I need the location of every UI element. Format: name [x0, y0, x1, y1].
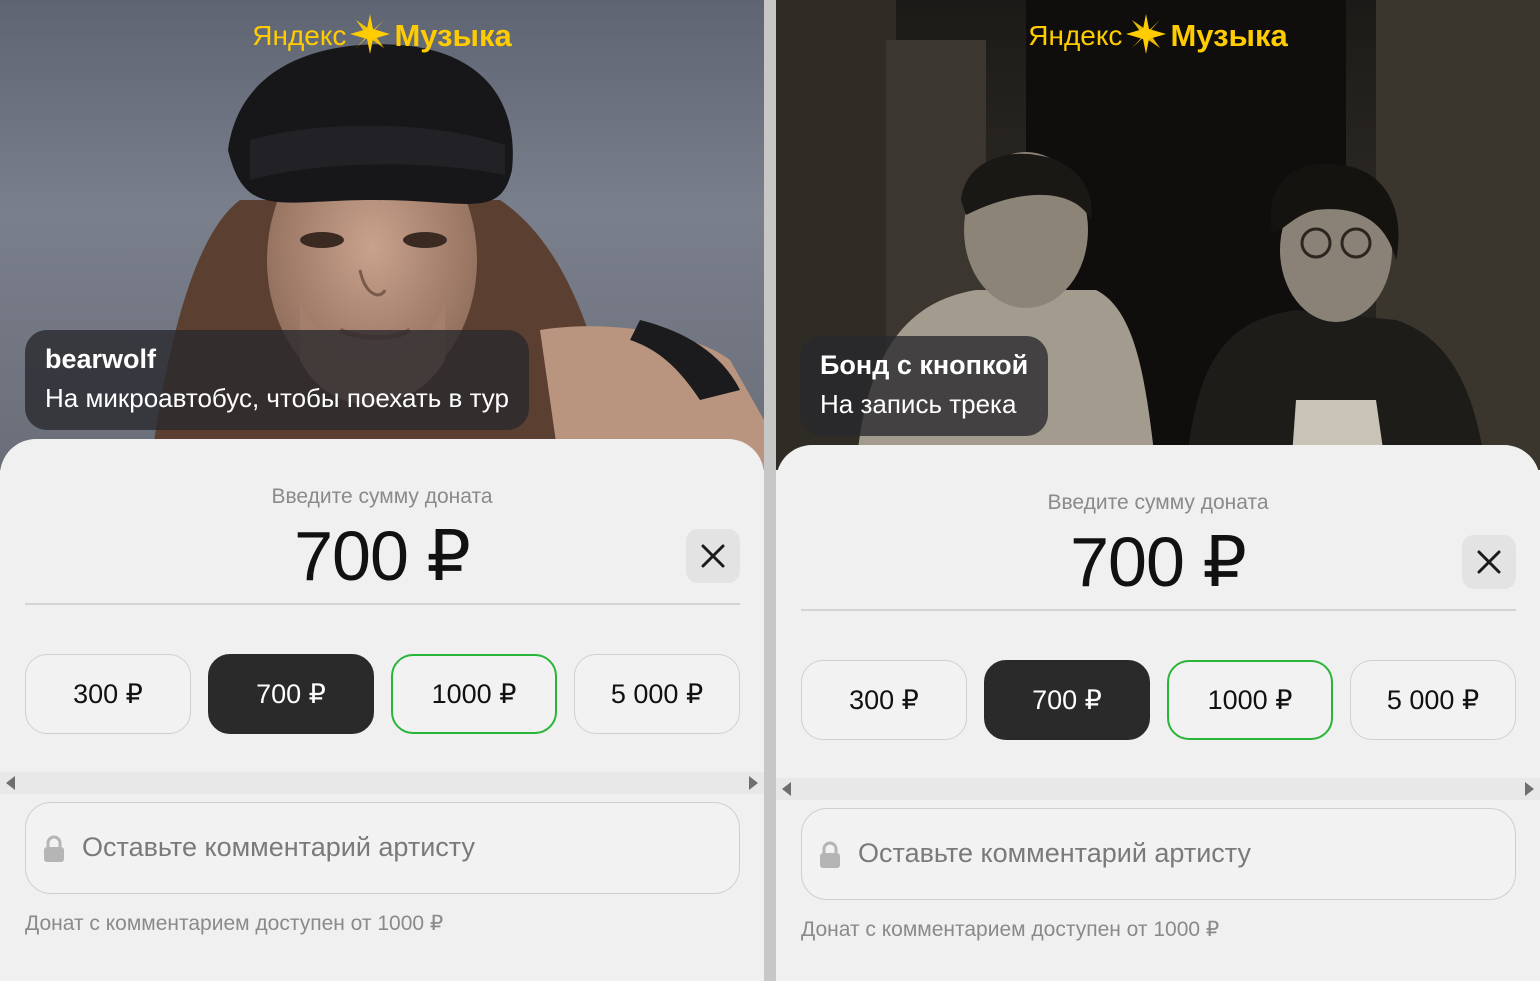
artist-photo: Яндекс Музыка Бонд с кнопкой На запись тр…: [776, 0, 1540, 470]
preset-5000-button[interactable]: 5 000 ₽: [1350, 660, 1516, 740]
amount-label: Введите сумму доната: [271, 485, 493, 508]
yandex-music-logo: Яндекс Музыка: [0, 14, 764, 58]
preset-700-button[interactable]: 700 ₽: [208, 654, 374, 734]
amount-input[interactable]: 700 ₽: [0, 515, 764, 597]
donation-screen-left: Яндекс Музыка bearwolf На микроавтобус, ч…: [0, 0, 764, 981]
close-icon: [701, 544, 725, 568]
close-icon: [1477, 550, 1501, 574]
artist-caption: bearwolf На микроавтобус, чтобы поехать …: [25, 330, 529, 430]
artist-name: Бонд с кнопкой: [820, 350, 1029, 380]
donation-goal: На микроавтобус, чтобы поехать в тур: [45, 383, 509, 413]
comment-placeholder: Оставьте комментарий артисту: [858, 838, 1251, 868]
logo-text-music: Музыка: [1170, 18, 1288, 53]
preset-amounts: 300 ₽ 700 ₽ 1000 ₽ 5 000 ₽: [25, 654, 740, 736]
scroll-left-arrow-icon[interactable]: [782, 782, 791, 796]
artist-caption: Бонд с кнопкой На запись трека: [800, 336, 1049, 436]
horizontal-scrollbar[interactable]: [776, 778, 1540, 800]
preset-300-button[interactable]: 300 ₽: [25, 654, 191, 734]
logo-text-music: Музыка: [394, 18, 512, 53]
scroll-right-arrow-icon[interactable]: [749, 776, 758, 790]
artist-name: bearwolf: [45, 344, 157, 374]
preset-1000-button[interactable]: 1000 ₽: [1167, 660, 1333, 740]
scroll-right-arrow-icon[interactable]: [1525, 782, 1534, 796]
comment-field[interactable]: Оставьте комментарий артисту: [801, 808, 1516, 900]
scroll-left-arrow-icon[interactable]: [6, 776, 15, 790]
amount-label: Введите сумму доната: [1047, 491, 1269, 514]
preset-700-button[interactable]: 700 ₽: [984, 660, 1150, 740]
yandex-music-logo: Яндекс Музыка: [776, 14, 1540, 58]
logo-text-yandex: Яндекс: [252, 20, 347, 51]
donation-goal: На запись трека: [820, 389, 1017, 419]
yandex-star-icon: [350, 14, 391, 58]
yandex-star-icon: [1126, 14, 1167, 58]
logo-text-yandex: Яндекс: [1028, 20, 1123, 51]
comment-field[interactable]: Оставьте комментарий артисту: [25, 802, 740, 894]
amount-underline: [25, 603, 740, 605]
comment-hint: Донат с комментарием доступен от 1000 ₽: [25, 912, 444, 935]
horizontal-scrollbar[interactable]: [0, 772, 764, 794]
lock-icon: [820, 841, 840, 868]
preset-5000-button[interactable]: 5 000 ₽: [574, 654, 740, 734]
screen-divider: [764, 0, 776, 981]
lock-icon: [44, 835, 64, 862]
preset-300-button[interactable]: 300 ₽: [801, 660, 967, 740]
donation-screen-right: Яндекс Музыка Бонд с кнопкой На запись тр…: [776, 0, 1540, 981]
amount-underline: [801, 609, 1516, 611]
clear-amount-button[interactable]: [1462, 535, 1516, 589]
comment-placeholder: Оставьте комментарий артисту: [82, 832, 475, 862]
donation-sheet: Введите сумму доната 700 ₽ 300 ₽ 700 ₽ 1…: [0, 439, 764, 981]
preset-1000-button[interactable]: 1000 ₽: [391, 654, 557, 734]
comment-hint: Донат с комментарием доступен от 1000 ₽: [801, 918, 1220, 941]
artist-photo: Яндекс Музыка bearwolf На микроавтобус, ч…: [0, 0, 764, 470]
clear-amount-button[interactable]: [686, 529, 740, 583]
amount-input[interactable]: 700 ₽: [776, 521, 1540, 603]
preset-amounts: 300 ₽ 700 ₽ 1000 ₽ 5 000 ₽: [801, 660, 1516, 742]
donation-sheet: Введите сумму доната 700 ₽ 300 ₽ 700 ₽ 1…: [776, 445, 1540, 981]
